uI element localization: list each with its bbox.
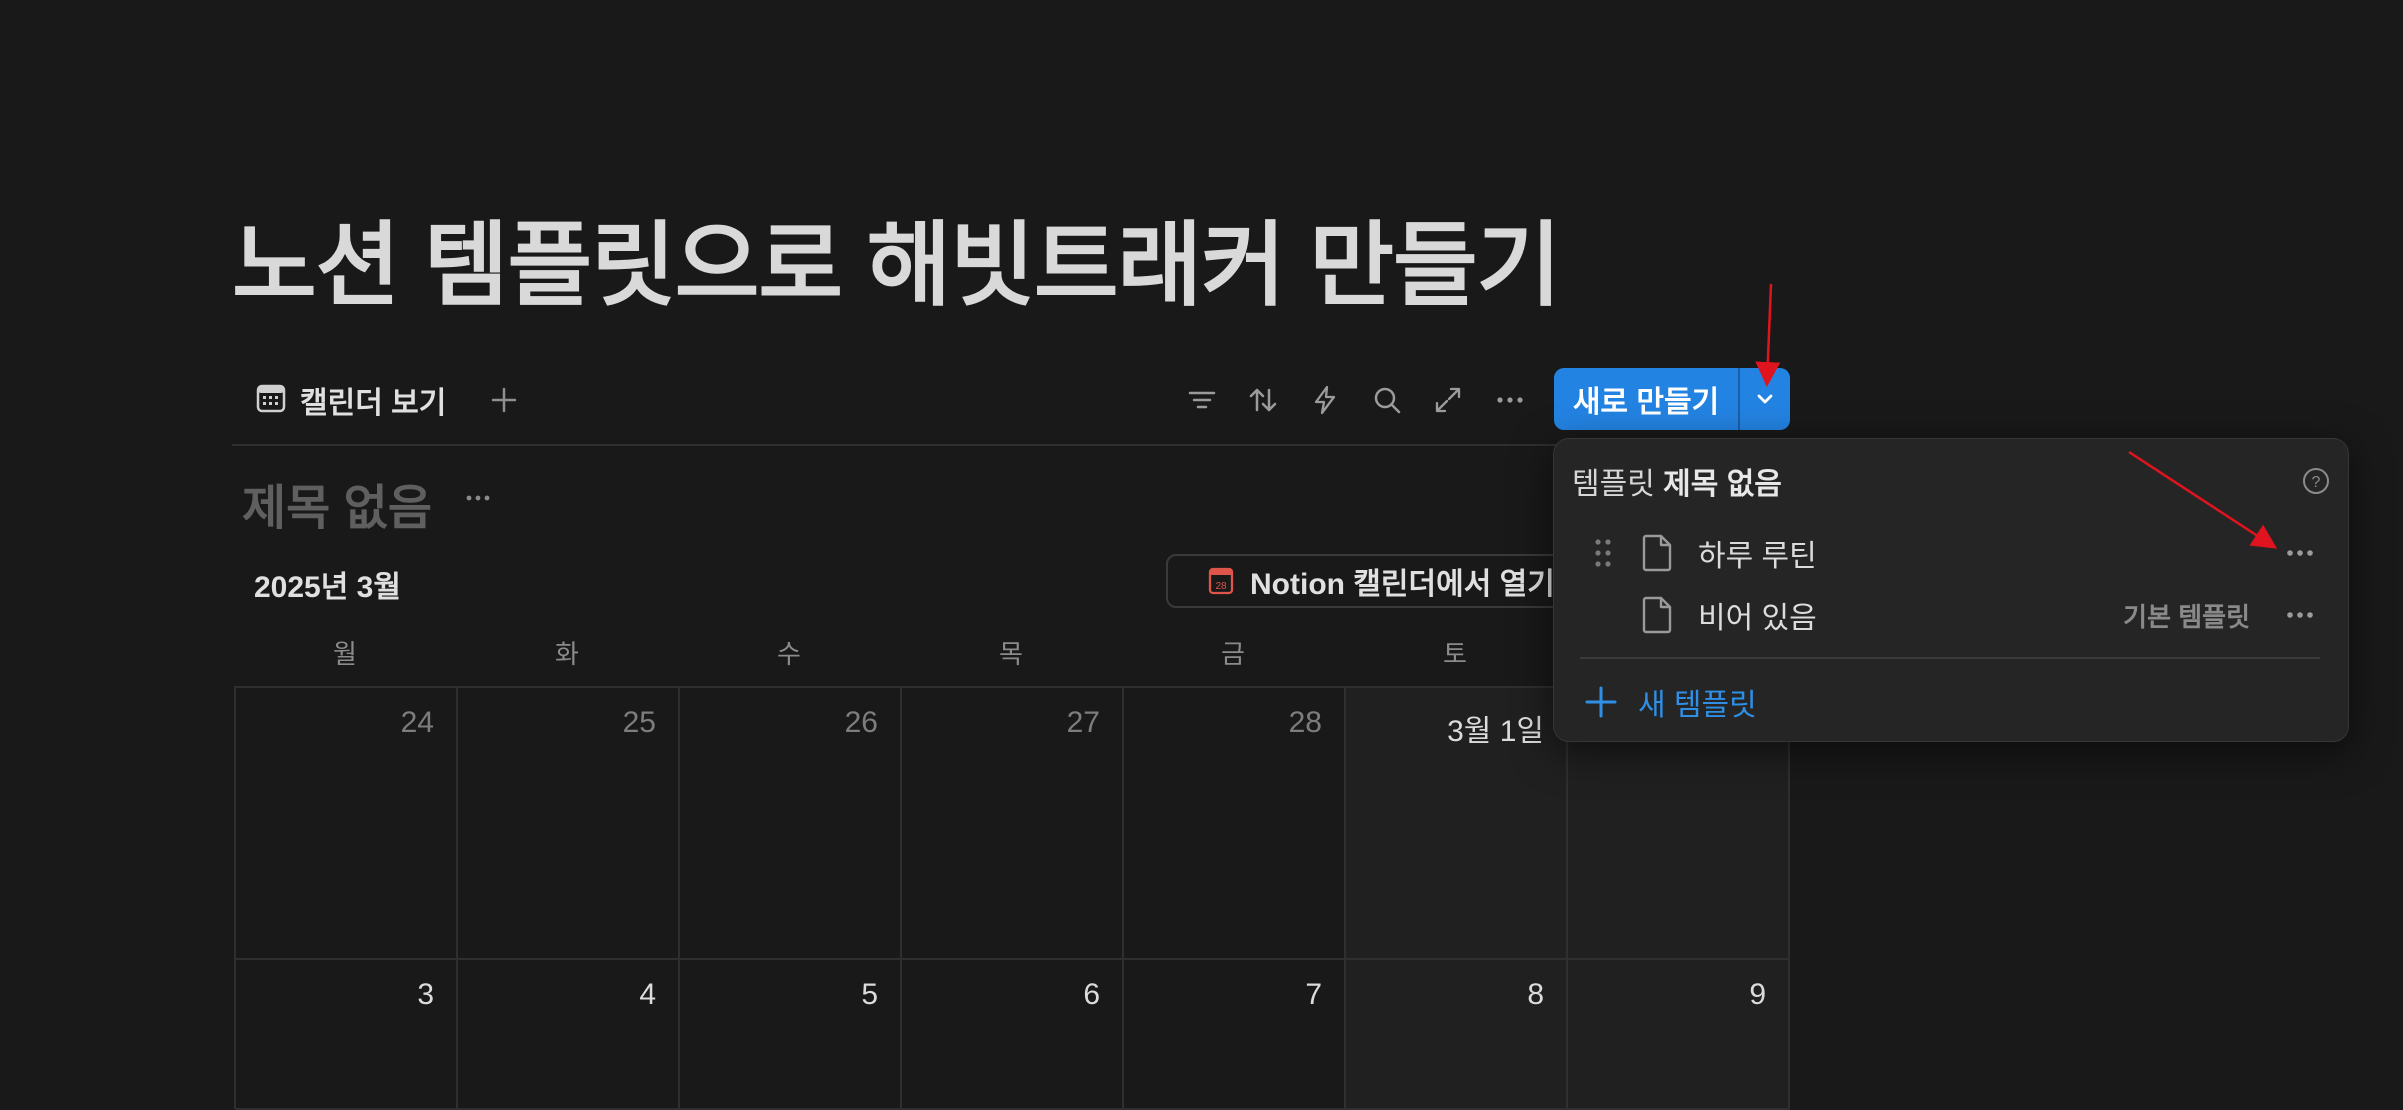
weekday-label: 수 bbox=[777, 639, 801, 669]
page-title[interactable]: 노션 템플릿으로 해빗트래커 만들기 bbox=[232, 206, 1561, 326]
weekday-label: 목 bbox=[999, 639, 1023, 669]
new-button[interactable]: 새로 만들기 bbox=[1554, 368, 1738, 430]
filter-icon bbox=[1188, 391, 1216, 409]
calendar-day-cell[interactable]: 7 bbox=[1124, 960, 1346, 1110]
calendar-day-number: 8 bbox=[1527, 978, 1544, 1011]
weekday-label: 금 bbox=[1221, 639, 1245, 669]
calendar-day-cell[interactable]: 4 bbox=[458, 960, 680, 1110]
automation-button[interactable] bbox=[1303, 378, 1347, 422]
calendar-day-cell[interactable]: 27 bbox=[902, 688, 1124, 960]
sort-button[interactable] bbox=[1241, 378, 1285, 422]
template-item-more-button[interactable] bbox=[2280, 595, 2320, 635]
open-in-notion-calendar-label: Notion 캘린더에서 열기 bbox=[1250, 568, 1555, 601]
chevron-down-icon bbox=[1757, 394, 1773, 404]
weekday-label: 토 bbox=[1443, 639, 1467, 669]
lightning-icon bbox=[1314, 385, 1336, 415]
more-icon bbox=[2287, 550, 2313, 556]
calendar-icon bbox=[256, 383, 286, 418]
notion-calendar-icon: 28 bbox=[1208, 567, 1234, 595]
template-menu-title: 템플릿 제목 없음 bbox=[1572, 459, 1782, 503]
calendar-day-cell[interactable]: 9 bbox=[1568, 960, 1790, 1110]
calendar-more-button[interactable] bbox=[458, 478, 498, 518]
calendar-day-number: 4 bbox=[639, 978, 656, 1011]
template-item-label: 하루 루틴 bbox=[1698, 540, 1817, 573]
template-item-empty[interactable]: 비어 있음 기본 템플릿 bbox=[1568, 587, 2334, 643]
search-button[interactable] bbox=[1365, 378, 1409, 422]
default-template-badge: 기본 템플릿 bbox=[2123, 601, 2250, 632]
calendar-day-cell[interactable]: 6 bbox=[902, 960, 1124, 1110]
calendar-day-cell[interactable]: 28 bbox=[1124, 688, 1346, 960]
template-menu-divider bbox=[1580, 657, 2320, 659]
page-icon bbox=[1642, 596, 1672, 634]
filter-button[interactable] bbox=[1180, 378, 1224, 422]
svg-text:28: 28 bbox=[1215, 581, 1227, 592]
new-template-button[interactable]: 새 템플릿 bbox=[1584, 671, 1757, 733]
calendar-day-number: 26 bbox=[844, 706, 878, 739]
new-button-dropdown[interactable] bbox=[1740, 368, 1790, 430]
calendar-day-number: 7 bbox=[1305, 978, 1322, 1011]
calendar-day-cell[interactable]: 26 bbox=[680, 688, 902, 960]
template-menu-title-prefix: 템플릿 bbox=[1572, 468, 1655, 501]
calendar-day-cell[interactable]: 3월 1일 bbox=[1346, 688, 1568, 960]
new-template-label: 새 템플릿 bbox=[1638, 689, 1757, 722]
calendar-day-number: 5 bbox=[861, 978, 878, 1011]
more-icon bbox=[466, 495, 490, 501]
calendar-day-cell[interactable]: 3 bbox=[236, 960, 458, 1110]
plus-icon bbox=[1585, 686, 1617, 718]
calendar-day-number: 28 bbox=[1288, 706, 1322, 739]
template-menu: 템플릿 제목 없음 ? 하루 루틴 비어 있음 기본 템플릿 새 템플릿 bbox=[1553, 438, 2349, 742]
calendar-day-number: 24 bbox=[400, 706, 434, 739]
calendar-day-number: 3 bbox=[417, 978, 434, 1011]
weekday-label: 월 bbox=[333, 639, 357, 669]
plus-icon bbox=[491, 387, 517, 413]
search-icon bbox=[1374, 387, 1401, 414]
calendar-day-cell[interactable]: 8 bbox=[1346, 960, 1568, 1110]
more-icon bbox=[1497, 397, 1523, 403]
template-item-more-button[interactable] bbox=[2280, 533, 2320, 573]
calendar-day-cell[interactable]: 25 bbox=[458, 688, 680, 960]
sort-icon bbox=[1249, 388, 1277, 412]
drag-handle-placeholder bbox=[1588, 595, 1618, 635]
question-circle-icon[interactable]: ? bbox=[2302, 467, 2330, 495]
calendar-day-number: 25 bbox=[622, 706, 656, 739]
calendar-day-cell[interactable]: 24 bbox=[236, 688, 458, 960]
calendar-day-number: 27 bbox=[1066, 706, 1100, 739]
more-icon bbox=[2287, 612, 2313, 618]
calendar-day-number: 3월 1일 bbox=[1447, 715, 1544, 748]
tab-calendar-view[interactable]: 캘린더 보기 bbox=[256, 376, 446, 424]
month-label: 2025년 3월 bbox=[254, 571, 401, 604]
calendar-grid: 24 25 26 27 28 3월 1일 3 4 5 6 7 8 9 bbox=[234, 686, 1790, 1110]
open-in-notion-calendar-button[interactable]: 28 Notion 캘린더에서 열기 bbox=[1166, 554, 1586, 608]
drag-handle-icon[interactable] bbox=[1588, 533, 1618, 573]
expand-button[interactable] bbox=[1426, 378, 1470, 422]
calendar-day-number: 9 bbox=[1749, 978, 1766, 1011]
expand-icon bbox=[1435, 387, 1461, 413]
new-button-group: 새로 만들기 bbox=[1554, 368, 1790, 430]
add-view-button[interactable] bbox=[484, 376, 524, 424]
template-item-daily-routine[interactable]: 하루 루틴 bbox=[1568, 525, 2334, 581]
page-icon bbox=[1642, 534, 1672, 572]
svg-text:?: ? bbox=[2312, 474, 2321, 491]
template-item-label: 비어 있음 bbox=[1698, 602, 1817, 635]
calendar-title[interactable]: 제목 없음 bbox=[242, 468, 432, 538]
calendar-day-cell[interactable]: 5 bbox=[680, 960, 902, 1110]
calendar-day-number: 6 bbox=[1083, 978, 1100, 1011]
more-options-button[interactable] bbox=[1488, 378, 1532, 422]
weekday-label: 화 bbox=[555, 639, 579, 669]
template-menu-title-bold: 제목 없음 bbox=[1663, 468, 1782, 501]
tab-calendar-view-label: 캘린더 보기 bbox=[300, 387, 447, 420]
